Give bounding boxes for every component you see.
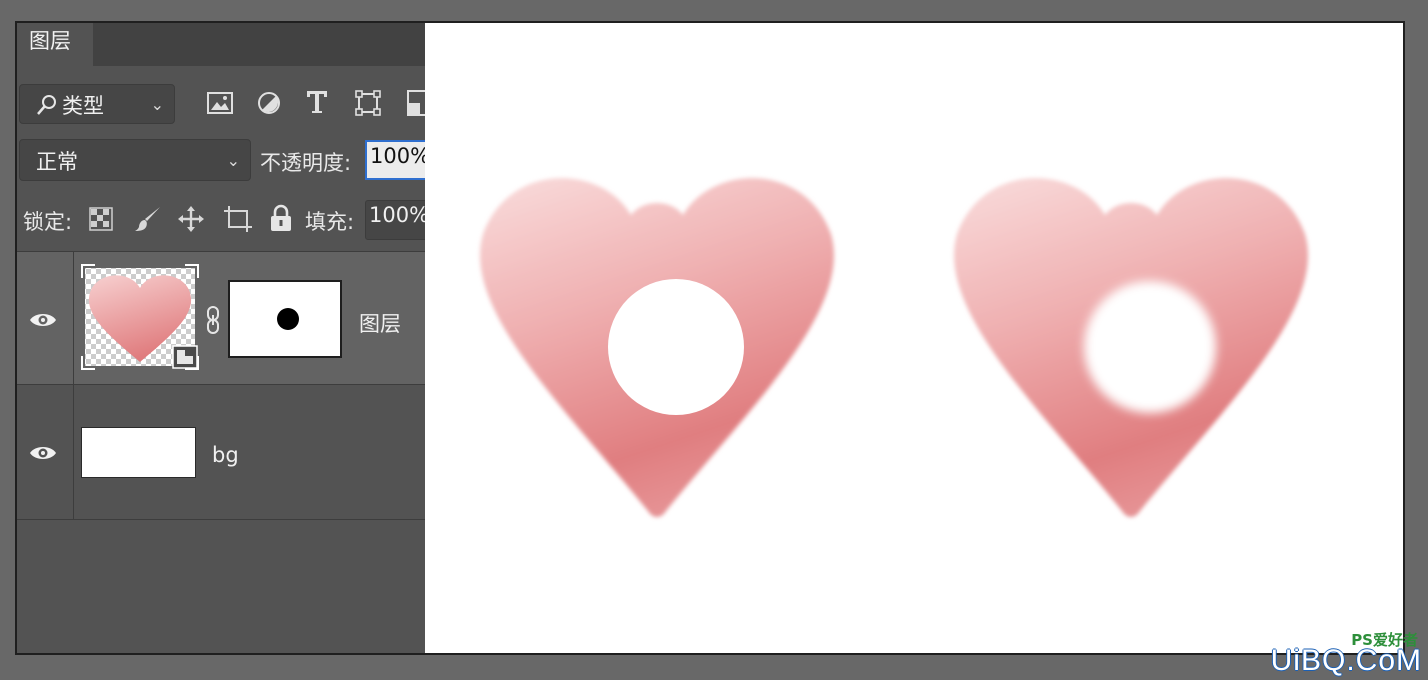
fill-label: 填充: [305,210,355,234]
type-filter-icon[interactable] [306,89,328,119]
canvas-artwork [480,178,1308,517]
lock-artboard-icon[interactable] [223,205,253,237]
blend-opacity-row: 正常 ⌄ 不透明度: 100% [17,135,425,183]
heart-hole [608,279,744,415]
smart-object-filter-icon[interactable] [407,90,425,120]
image-filter-icon[interactable] [207,92,233,118]
layer-name[interactable]: 图层 [359,308,401,338]
eye-icon[interactable] [29,444,57,466]
photoshop-workspace: 图层 类型 ⌄ 正常 ⌄ 不透明度: 100% 锁定: 填充: 100% 图层 … [15,21,1405,655]
layers-panel: 图层 类型 ⌄ 正常 ⌄ 不透明度: 100% 锁定: 填充: 100% 图层 … [17,23,425,653]
tab-layers[interactable]: 图层 [17,23,93,66]
blend-mode-dropdown[interactable]: 正常 ⌄ [19,139,251,181]
layer-filter-row: 类型 ⌄ [17,76,425,124]
search-icon [36,93,58,122]
opacity-input[interactable]: 100% [365,140,425,180]
heart-feathered-hole [954,178,1308,517]
filter-kind-dropdown[interactable]: 类型 ⌄ [19,84,175,124]
chevron-down-icon: ⌄ [226,151,240,170]
layer-thumbnail[interactable] [81,427,196,478]
lock-all-icon[interactable] [270,204,292,236]
blend-mode-value: 正常 [36,150,78,174]
lock-transparent-pixels-icon[interactable] [89,207,113,235]
layer-row-heart[interactable]: 图层 [17,251,425,384]
lock-position-icon[interactable] [177,205,205,237]
mask-circle [277,308,299,330]
opacity-label: 不透明度: [260,151,352,175]
lock-label: 锁定: [23,210,73,234]
fill-input[interactable]: 100% [365,200,425,240]
heart-sharp-hole [480,178,834,517]
watermark-logo: UiBQ.CoM [1270,644,1422,677]
lock-fill-row: 锁定: 填充: 100% [17,193,425,245]
visibility-toggle[interactable] [17,385,74,519]
layer-mask-thumbnail[interactable] [228,280,342,358]
lock-image-pixels-icon[interactable] [134,205,162,237]
visibility-toggle[interactable] [17,252,74,384]
layer-thumbnail[interactable] [81,264,199,370]
heart-hole [1084,281,1216,413]
eye-icon[interactable] [29,311,57,333]
shape-filter-icon[interactable] [355,90,381,120]
chevron-down-icon: ⌄ [150,95,164,114]
layer-name[interactable]: bg [212,443,239,467]
adjustment-filter-icon[interactable] [257,91,281,119]
mask-link-icon[interactable] [205,306,221,338]
filter-kind-label: 类型 [62,94,104,118]
document-canvas[interactable] [425,23,1403,653]
layer-row-bg[interactable]: bg [17,384,425,520]
panel-tab-bar: 图层 [17,23,425,66]
